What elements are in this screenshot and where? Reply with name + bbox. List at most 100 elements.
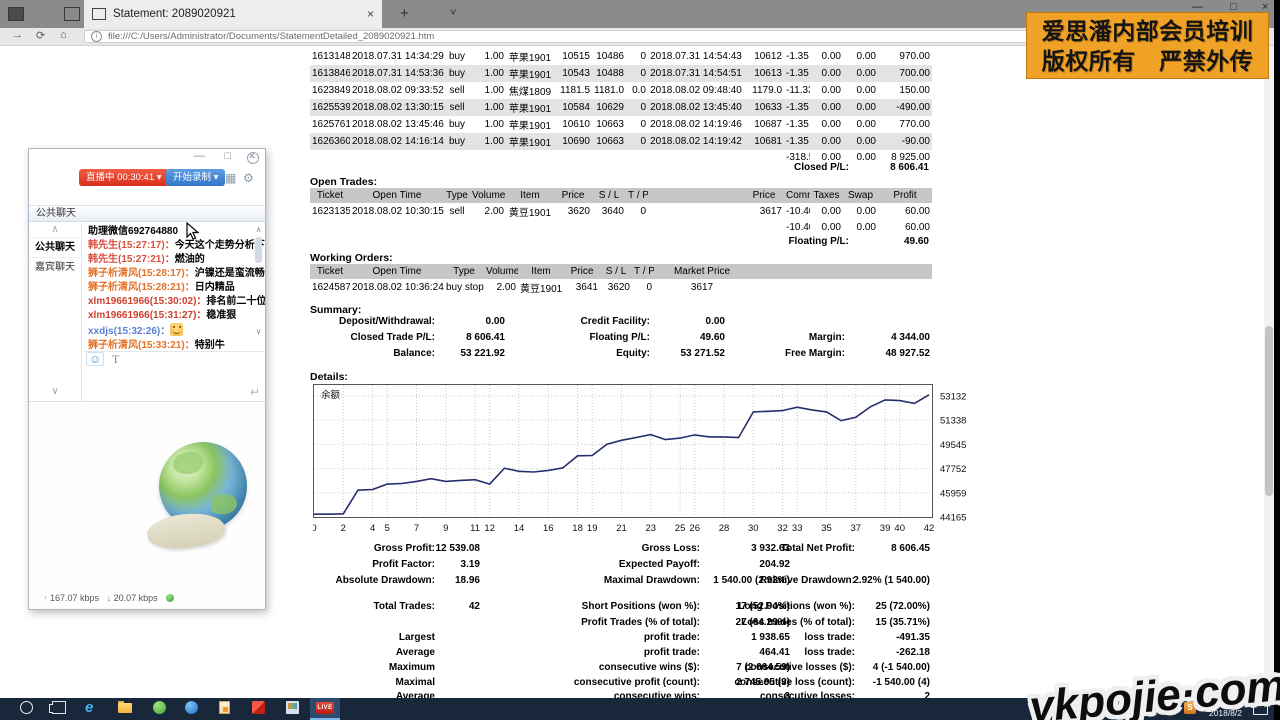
browser-tab[interactable]: Statement: 2089020921 × xyxy=(84,0,382,28)
photos-app-icon[interactable] xyxy=(286,701,299,714)
start-record-button[interactable]: 开始录制 ▾ xyxy=(166,169,225,186)
copyright-banner: 爱思潘内部会员培训 版权所有 严禁外传 xyxy=(1026,12,1269,79)
download-speed: 20.07 kbps xyxy=(114,593,158,603)
cell: 2018.08.02 14:19:46 xyxy=(648,116,744,133)
cell xyxy=(554,220,592,235)
column-header xyxy=(750,264,932,279)
red-app-icon[interactable] xyxy=(252,701,265,714)
sidebar-scroll-down-icon[interactable]: ∨ xyxy=(29,386,81,397)
chat-message: xlm19661966(15:30:02)：排名前二十位 xyxy=(88,295,253,309)
stat-value: 204.92 xyxy=(759,559,790,570)
collapse-panel-icon[interactable]: – xyxy=(247,152,259,164)
column-header: Item xyxy=(506,188,554,203)
cell: 1.00 xyxy=(470,116,506,133)
cortana-icon[interactable] xyxy=(20,701,33,714)
stat-label: consecutive loss (count): xyxy=(734,677,855,688)
chat-panel-header[interactable]: 公共聊天 xyxy=(29,205,265,222)
column-header: Item xyxy=(518,264,564,279)
tab-preview-icon[interactable] xyxy=(64,7,80,21)
edge-browser-icon[interactable]: e xyxy=(85,699,93,717)
page-scrollbar[interactable] xyxy=(1264,46,1274,698)
svg-text:42: 42 xyxy=(924,523,935,534)
chat-channel-item[interactable]: 嘉宾聊天 xyxy=(29,258,81,277)
chat-scroll-up-icon[interactable]: ∧ xyxy=(253,225,264,234)
blue-app-icon[interactable] xyxy=(185,701,198,714)
page-info-icon[interactable]: i xyxy=(91,31,102,42)
banner-line-2: 版权所有 严禁外传 xyxy=(1042,46,1254,76)
page-favicon xyxy=(92,8,106,20)
stats-row: Gross Profit:12 539.08Gross Loss:3 932.6… xyxy=(310,543,932,556)
summary-value: 53 271.52 xyxy=(681,348,726,359)
cell: 0.00 xyxy=(810,133,843,150)
svg-text:28: 28 xyxy=(719,523,730,534)
chat-scrollbar-thumb[interactable] xyxy=(255,237,262,263)
column-header: S / L xyxy=(592,188,626,203)
cell xyxy=(506,220,554,235)
svg-text:39: 39 xyxy=(880,523,891,534)
font-format-icon[interactable]: T xyxy=(112,352,119,367)
cell: 0.00 xyxy=(810,82,843,99)
cell: 0.00 xyxy=(810,65,843,82)
table-row: 16245872018.08.02 10:36:24buy stop2.00黄豆… xyxy=(310,279,932,296)
stream-controls: 直播中 00:30:41 ▾ 开始录制 ▾ ▦ ⚙ xyxy=(29,169,265,191)
cell: 10690 xyxy=(554,133,592,150)
page-scrollbar-thumb[interactable] xyxy=(1265,326,1273,496)
stat-label: Largest xyxy=(399,632,435,643)
chat-message: 狮子析清风(15:33:21)：特别牛 xyxy=(88,339,253,351)
chat-maximize-button[interactable]: □ xyxy=(224,150,231,162)
cell: 0.00 xyxy=(843,133,878,150)
green-app-icon[interactable] xyxy=(153,701,166,714)
home-icon[interactable]: ⌂ xyxy=(60,29,67,41)
upload-speed: 167.07 kbps xyxy=(50,593,99,603)
cell: 10629 xyxy=(592,99,626,116)
cell: 2018.08.02 10:36:24 xyxy=(350,279,444,296)
sidebar-scroll-up-icon[interactable]: ∧ xyxy=(29,223,81,238)
cell: 1613148 xyxy=(310,48,350,65)
refresh-icon[interactable]: ⟳ xyxy=(36,29,45,42)
cell: 2018.07.31 14:53:36 xyxy=(350,65,444,82)
message-sender: xlm19661966(15:31:27)： xyxy=(88,310,206,321)
summary-label: Free Margin: xyxy=(785,348,845,359)
chat-scrollbar[interactable]: ∧ ∨ xyxy=(253,223,264,351)
document-app-icon[interactable] xyxy=(219,701,230,714)
live-status-button[interactable]: 直播中 00:30:41 ▾ xyxy=(79,169,169,186)
column-header: Profit xyxy=(878,188,932,203)
svg-text:51338: 51338 xyxy=(940,416,966,427)
cell xyxy=(350,220,444,235)
new-tab-button[interactable]: + xyxy=(400,5,409,22)
stat-label: Maximum xyxy=(389,662,435,673)
screen: Statement: 2089020921 × + ˅ — □ × → ⟳ ⌂ … xyxy=(0,0,1280,720)
chat-minimize-button[interactable]: — xyxy=(194,150,205,162)
svg-text:4: 4 xyxy=(370,523,375,534)
stat-label: consecutive profit (count): xyxy=(574,677,700,688)
cell: 黄豆1901 xyxy=(518,279,564,296)
chat-input-toolbar: ☺ T xyxy=(83,352,265,370)
chat-input-field[interactable] xyxy=(83,369,265,401)
stats-row: Total Trades:42Short Positions (won %):1… xyxy=(310,601,932,614)
chat-scroll-down-icon[interactable]: ∨ xyxy=(253,327,264,336)
cell: 苹果1901 xyxy=(506,116,554,133)
cell: buy stop xyxy=(444,279,484,296)
summary-value: 8 606.41 xyxy=(466,332,505,343)
forward-icon[interactable]: → xyxy=(12,29,23,41)
task-view-icon[interactable] xyxy=(52,701,66,714)
table-row: 16231352018.08.02 10:30:15sell2.00黄豆1901… xyxy=(310,203,932,220)
cell: 1181.5 xyxy=(554,82,592,99)
tab-close-icon[interactable]: × xyxy=(367,7,374,21)
summary-value: 49.60 xyxy=(700,332,725,343)
cell: 2018.08.02 09:48:40 xyxy=(648,82,744,99)
chat-channel-selected[interactable]: 公共聊天 xyxy=(29,238,81,258)
cell xyxy=(592,220,626,235)
cell: 60.00 xyxy=(878,203,932,220)
layout-grid-icon[interactable]: ▦ xyxy=(225,171,236,185)
gear-icon[interactable]: ⚙ xyxy=(243,171,254,185)
set-aside-tabs-icon[interactable] xyxy=(8,7,24,21)
floating-pl-label: Floating P/L: xyxy=(788,236,849,247)
tab-list-caret-icon[interactable]: ˅ xyxy=(450,7,456,19)
stats-row: Largestprofit trade:1 938.65loss trade:-… xyxy=(310,632,932,645)
send-message-icon[interactable]: ↵ xyxy=(250,385,260,399)
emoji-picker-icon[interactable]: ☺ xyxy=(86,352,104,366)
cell: 0.00 xyxy=(843,220,878,235)
file-explorer-icon[interactable] xyxy=(118,703,132,713)
live-stream-app-taskbar-item[interactable]: LIVE xyxy=(310,698,340,720)
